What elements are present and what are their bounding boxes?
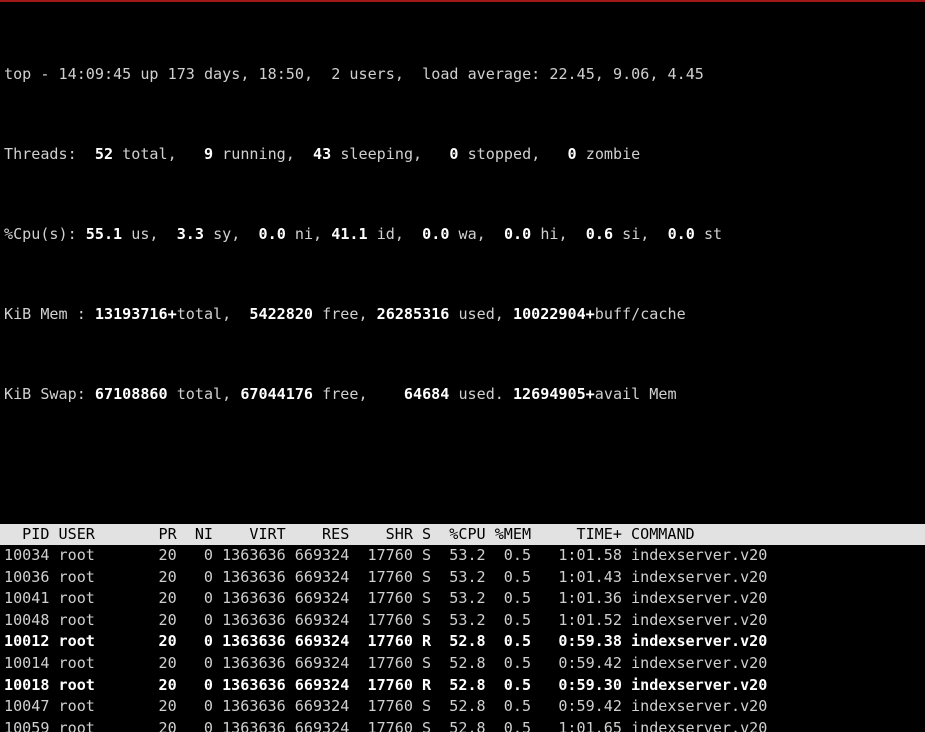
table-row[interactable]: 10012 root 20 0 1363636 669324 17760 R 5… bbox=[4, 631, 925, 653]
mem-used-label: used, bbox=[458, 305, 504, 323]
load-avg-5min: 9.06, bbox=[613, 65, 659, 83]
threads-total-value: 52 bbox=[94, 145, 114, 163]
threads-sleeping-value: 43 bbox=[313, 145, 332, 163]
up-label: up bbox=[140, 65, 159, 83]
cpu-sy-label: sy, bbox=[213, 225, 241, 243]
table-row[interactable]: 10048 root 20 0 1363636 669324 17760 S 5… bbox=[4, 610, 925, 632]
table-row[interactable]: 10014 root 20 0 1363636 669324 17760 S 5… bbox=[4, 653, 925, 675]
cpu-st-value: 0.0 bbox=[667, 225, 695, 243]
summary-line-mem: KiB Mem : 13193716+total, 5422820 free, … bbox=[4, 304, 925, 324]
swap-avail-label: avail Mem bbox=[594, 385, 677, 403]
mem-total-value: 13193716+ bbox=[94, 305, 177, 323]
mem-used-value: 26285316 bbox=[376, 305, 450, 323]
load-average-label: load average: bbox=[422, 65, 541, 83]
summary-line-uptime: top - 14:09:45 up 173 days, 18:50, 2 use… bbox=[4, 64, 925, 84]
summary-line-cpu: %Cpu(s): 55.1 us, 3.3 sy, 0.0 ni, 41.1 i… bbox=[4, 224, 925, 244]
threads-label: Threads: bbox=[4, 145, 77, 163]
summary-table-gap bbox=[4, 464, 925, 484]
threads-zombie-label: zombie bbox=[585, 145, 641, 163]
cpu-st-label: st bbox=[703, 225, 723, 243]
table-row[interactable]: 10018 root 20 0 1363636 669324 17760 R 5… bbox=[4, 675, 925, 697]
cpu-si-label: si, bbox=[622, 225, 650, 243]
mem-buffcache-value: 10022904+ bbox=[512, 305, 595, 323]
mem-buffcache-label: buff/cache bbox=[594, 305, 686, 323]
swap-free-label: free, bbox=[322, 385, 368, 403]
cpu-hi-label: hi, bbox=[540, 225, 568, 243]
mem-free-label: free, bbox=[322, 305, 368, 323]
threads-zombie-value: 0 bbox=[567, 145, 577, 163]
top-program-label: top bbox=[4, 65, 32, 83]
swap-total-label: total, bbox=[176, 385, 232, 403]
process-table-header[interactable]: PID USER PR NI VIRT RES SHR S %CPU %MEM … bbox=[0, 524, 925, 545]
users-count: 2 bbox=[331, 65, 341, 83]
cpu-si-value: 0.6 bbox=[585, 225, 614, 243]
uptime-hours-minutes: 18:50, bbox=[258, 65, 314, 83]
table-row[interactable]: 10047 root 20 0 1363636 669324 17760 S 5… bbox=[4, 696, 925, 718]
swap-free-value: 67044176 bbox=[240, 385, 314, 403]
mem-total-label: total, bbox=[176, 305, 232, 323]
load-avg-1min: 22.45, bbox=[549, 65, 604, 83]
cpu-id-value: 41.1 bbox=[331, 225, 368, 243]
table-row[interactable]: 10034 root 20 0 1363636 669324 17760 S 5… bbox=[4, 545, 925, 567]
swap-total-value: 67108860 bbox=[94, 385, 168, 403]
swap-used-value: 64684 bbox=[403, 385, 450, 403]
process-table-body[interactable]: 10034 root 20 0 1363636 669324 17760 S 5… bbox=[0, 545, 925, 732]
swap-avail-value: 12694905+ bbox=[512, 385, 595, 403]
load-avg-15min: 4.45 bbox=[667, 65, 704, 83]
cpu-id-label: id, bbox=[376, 225, 404, 243]
table-row[interactable]: 10036 root 20 0 1363636 669324 17760 S 5… bbox=[4, 567, 925, 589]
threads-running-label: running, bbox=[222, 145, 295, 163]
current-time: 14:09:45 bbox=[58, 65, 132, 83]
table-row[interactable]: 10059 root 20 0 1363636 669324 17760 S 5… bbox=[4, 718, 925, 732]
mem-free-value: 5422820 bbox=[249, 305, 314, 323]
cpu-wa-label: wa, bbox=[458, 225, 486, 243]
uptime-days: 173 days, bbox=[167, 65, 250, 83]
top-summary-area: top - 14:09:45 up 173 days, 18:50, 2 use… bbox=[0, 0, 925, 524]
window-top-border bbox=[0, 0, 925, 2]
users-label: users, bbox=[349, 65, 404, 83]
cpu-ni-value: 0.0 bbox=[258, 225, 286, 243]
swap-used-label: used. bbox=[458, 385, 504, 403]
threads-running-value: 9 bbox=[203, 145, 214, 163]
threads-total-label: total, bbox=[122, 145, 177, 163]
uptime-dash bbox=[31, 65, 40, 83]
mem-label: KiB Mem : bbox=[4, 305, 86, 323]
cpu-wa-value: 0.0 bbox=[422, 225, 450, 243]
cpu-us-value: 55.1 bbox=[85, 225, 123, 243]
summary-line-swap: KiB Swap: 67108860 total, 67044176 free,… bbox=[4, 384, 925, 404]
cpu-ni-label: ni, bbox=[294, 225, 323, 243]
table-row[interactable]: 10041 root 20 0 1363636 669324 17760 S 5… bbox=[4, 588, 925, 610]
cpu-us-label: us, bbox=[131, 225, 159, 243]
cpu-label: %Cpu(s): bbox=[4, 225, 77, 243]
summary-line-threads: Threads: 52 total, 9 running, 43 sleepin… bbox=[4, 144, 925, 164]
cpu-sy-value: 3.3 bbox=[176, 225, 204, 243]
swap-label: KiB Swap: bbox=[4, 385, 86, 403]
top-terminal-window[interactable]: top - 14:09:45 up 173 days, 18:50, 2 use… bbox=[0, 0, 925, 732]
cpu-hi-value: 0.0 bbox=[503, 225, 532, 243]
threads-stopped-label: stopped, bbox=[467, 145, 541, 163]
threads-sleeping-label: sleeping, bbox=[340, 145, 423, 163]
